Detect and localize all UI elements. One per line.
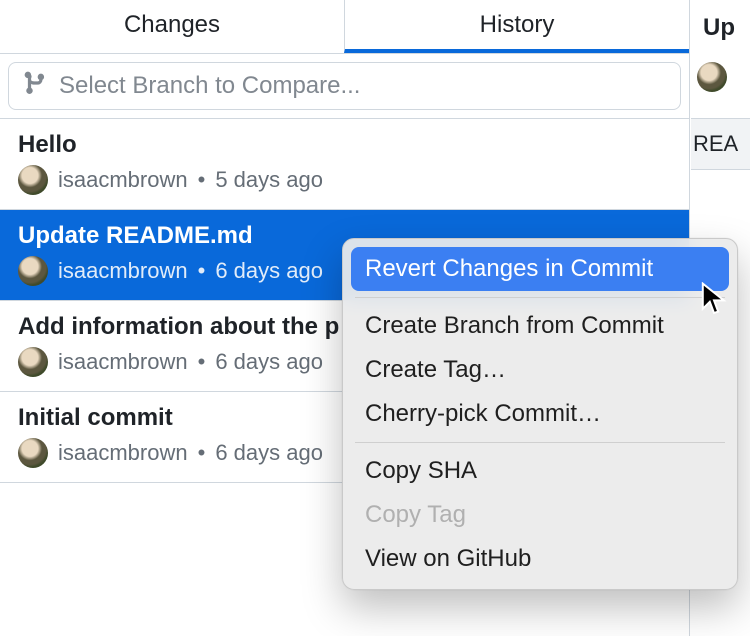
- avatar: [18, 347, 48, 377]
- commit-title: Hello: [18, 131, 671, 159]
- tab-label: History: [480, 11, 555, 39]
- menu-separator: [355, 442, 725, 443]
- commit-item[interactable]: Hello isaacmbrown • 5 days ago: [0, 119, 689, 210]
- commit-context-menu: Revert Changes in Commit Create Branch f…: [342, 238, 738, 590]
- menu-item-label: Create Tag…: [365, 356, 506, 383]
- menu-item-create-tag[interactable]: Create Tag…: [351, 348, 729, 392]
- menu-item-label: View on GitHub: [365, 545, 531, 572]
- file-row[interactable]: REA: [691, 118, 750, 170]
- commit-meta: isaacmbrown • 5 days ago: [18, 165, 671, 195]
- git-branch-icon: [23, 70, 49, 103]
- menu-item-label: Revert Changes in Commit: [365, 255, 653, 282]
- menu-item-label: Copy SHA: [365, 457, 477, 484]
- commit-author: isaacmbrown: [58, 167, 188, 193]
- menu-item-create-branch[interactable]: Create Branch from Commit: [351, 304, 729, 348]
- avatar: [18, 256, 48, 286]
- commit-time: 6 days ago: [215, 440, 323, 466]
- detail-meta: [691, 62, 750, 92]
- branch-compare-input[interactable]: Select Branch to Compare...: [8, 62, 681, 110]
- avatar: [18, 165, 48, 195]
- detail-title: Up: [691, 0, 750, 62]
- menu-item-copy-tag: Copy Tag: [351, 493, 729, 537]
- menu-item-label: Copy Tag: [365, 501, 466, 528]
- separator-dot: •: [198, 349, 206, 375]
- separator-dot: •: [198, 167, 206, 193]
- menu-item-label: Cherry-pick Commit…: [365, 400, 601, 427]
- commit-time: 5 days ago: [215, 167, 323, 193]
- separator-dot: •: [198, 258, 206, 284]
- menu-separator: [355, 297, 725, 298]
- menu-item-label: Create Branch from Commit: [365, 312, 664, 339]
- commit-author: isaacmbrown: [58, 440, 188, 466]
- tab-bar: Changes History: [0, 0, 689, 54]
- commit-time: 6 days ago: [215, 258, 323, 284]
- menu-item-revert[interactable]: Revert Changes in Commit: [351, 247, 729, 291]
- tab-changes[interactable]: Changes: [0, 0, 344, 53]
- commit-author: isaacmbrown: [58, 349, 188, 375]
- tab-label: Changes: [124, 11, 220, 39]
- separator-dot: •: [198, 440, 206, 466]
- avatar: [18, 438, 48, 468]
- commit-time: 6 days ago: [215, 349, 323, 375]
- commit-author: isaacmbrown: [58, 258, 188, 284]
- menu-item-cherry-pick[interactable]: Cherry-pick Commit…: [351, 392, 729, 436]
- tab-history[interactable]: History: [344, 0, 689, 53]
- compare-bar: Select Branch to Compare...: [0, 54, 689, 119]
- avatar: [697, 62, 727, 92]
- menu-item-view-on-github[interactable]: View on GitHub: [351, 537, 729, 581]
- placeholder-text: Select Branch to Compare...: [59, 72, 360, 100]
- file-name: REA: [693, 131, 738, 156]
- menu-item-copy-sha[interactable]: Copy SHA: [351, 449, 729, 493]
